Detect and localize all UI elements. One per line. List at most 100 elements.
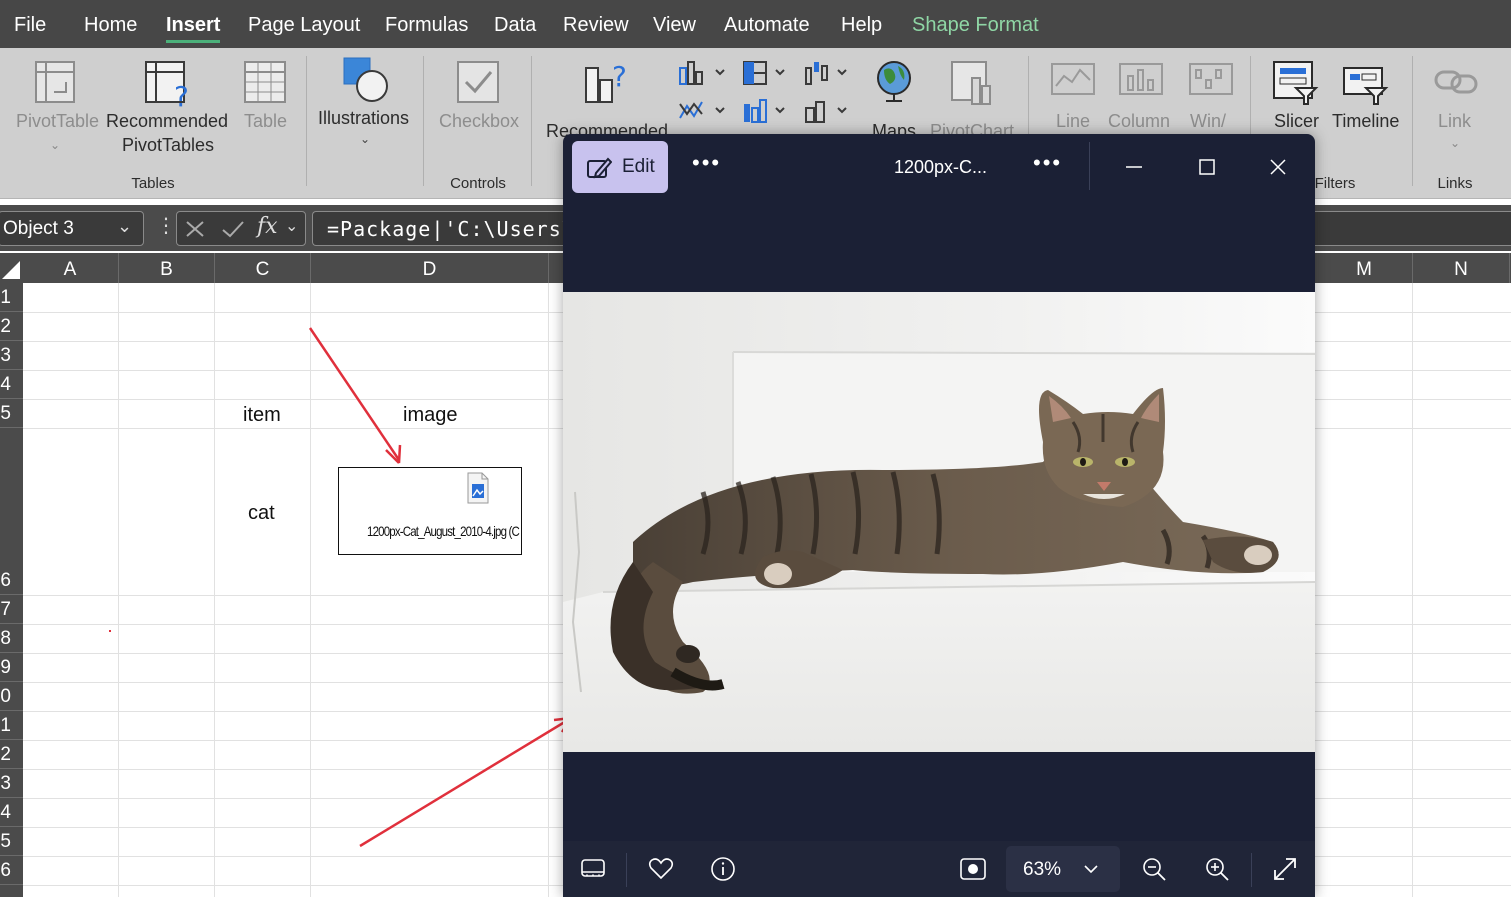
table-button[interactable]: Table (240, 58, 290, 188)
column-header-m[interactable]: M (1316, 253, 1413, 283)
row-header[interactable]: 2 (0, 312, 23, 341)
column-header-d[interactable]: D (311, 253, 549, 283)
row-header[interactable]: 6 (0, 428, 23, 595)
recommended-pivottable-icon: ? (145, 61, 189, 108)
row-header[interactable]: 5 (0, 827, 23, 856)
row-header[interactable]: 4 (0, 798, 23, 827)
menu-automate[interactable]: Automate (724, 14, 810, 37)
svg-text:?: ? (612, 60, 627, 93)
row-header[interactable]: 9 (0, 653, 23, 682)
title-more-options-icon[interactable]: ••• (1033, 150, 1062, 176)
recommended-pivottables-button[interactable]: ? Recommended PivotTables (106, 58, 229, 188)
menu-data[interactable]: Data (494, 14, 536, 37)
statistic-chart-icon[interactable] (742, 98, 792, 124)
cell-c5[interactable]: item (243, 404, 281, 427)
link-button[interactable]: Link ⌄ (1432, 60, 1480, 170)
filmstrip-icon[interactable] (580, 857, 606, 881)
menu-formulas[interactable]: Formulas (385, 14, 468, 37)
zoom-dropdown[interactable]: 63% (1006, 846, 1120, 892)
menu-insert[interactable]: Insert (166, 14, 220, 37)
fullscreen-expand-icon[interactable] (1272, 856, 1298, 882)
link-icon (1434, 70, 1478, 94)
insert-function-icon[interactable]: fx (257, 214, 278, 239)
link-label: Link (1438, 111, 1472, 131)
illustrations-label: Illustrations (318, 108, 410, 128)
menu-home[interactable]: Home (84, 14, 137, 37)
row-header[interactable]: 6 (0, 856, 23, 885)
group-label-tables: Tables (131, 175, 175, 192)
chevron-down-icon (1084, 865, 1098, 874)
row-headers: 1 2 3 4 5 6 7 8 9 0 1 2 3 4 5 6 (0, 283, 23, 897)
menu-review[interactable]: Review (563, 14, 629, 37)
row-header[interactable]: 3 (0, 769, 23, 798)
row-header[interactable]: 1 (0, 711, 23, 740)
close-icon[interactable] (1269, 158, 1287, 176)
cat-photo (563, 292, 1315, 752)
row-header[interactable]: 3 (0, 341, 23, 370)
info-icon[interactable] (710, 856, 736, 882)
cell-c6[interactable]: cat (248, 502, 275, 525)
zoom-out-icon[interactable] (1141, 856, 1167, 882)
viewer-title: 1200px-C... (894, 157, 988, 177)
menu-view[interactable]: View (653, 14, 696, 37)
zoom-in-icon[interactable] (1204, 856, 1230, 882)
column-header-b[interactable]: B (119, 253, 215, 283)
chevron-down-icon[interactable]: ⌄ (285, 216, 298, 236)
name-box[interactable]: Object 3 ⌄ (0, 211, 144, 246)
more-options-icon[interactable]: ••• (692, 150, 721, 176)
row-header[interactable]: 8 (0, 624, 23, 653)
checkbox-button[interactable]: Checkbox (436, 58, 520, 168)
edit-label: Edit (622, 156, 655, 177)
formula-buttons: fx ⌄ (176, 211, 306, 246)
maximize-icon[interactable] (1198, 158, 1216, 176)
row-header[interactable]: 0 (0, 682, 23, 711)
more-options-icon[interactable]: ⋮ (156, 213, 176, 238)
menu-help[interactable]: Help (841, 14, 882, 37)
pivottable-button[interactable]: PivotTable ⌄ (16, 58, 100, 188)
line-chart-icon[interactable] (678, 98, 728, 124)
edit-button[interactable]: Edit (572, 141, 668, 193)
column-header-a[interactable]: A (22, 253, 119, 283)
winloss-sparkline-icon (1189, 63, 1233, 95)
svg-text:?: ? (174, 80, 189, 108)
illustrations-button[interactable]: Illustrations ⌄ (318, 56, 414, 176)
menu-page-layout[interactable]: Page Layout (248, 14, 360, 37)
pivottable-label: PivotTable (16, 111, 100, 131)
column-header-n[interactable]: N (1413, 253, 1510, 283)
row-header[interactable]: 2 (0, 740, 23, 769)
menu-bar: File Home Insert Page Layout Formulas Da… (0, 0, 1511, 48)
cancel-icon[interactable] (185, 220, 205, 238)
column-header-c[interactable]: C (215, 253, 311, 283)
favorite-heart-icon[interactable] (648, 857, 674, 881)
photo-canvas[interactable] (563, 292, 1315, 752)
menu-shape-format[interactable]: Shape Format (912, 14, 1039, 37)
row-header[interactable]: 4 (0, 370, 23, 399)
column-sparkline-icon (1119, 63, 1163, 95)
minimize-icon[interactable] (1125, 158, 1143, 176)
embedded-package-object[interactable]: 1200px-Cat_August_2010-4.jpg (C (338, 467, 522, 555)
arrow-to-package-icon (308, 327, 402, 464)
combo-chart-icon[interactable] (804, 98, 854, 124)
table-label: Table (244, 111, 288, 131)
zoom-level: 63% (1023, 859, 1062, 880)
table-icon (244, 61, 286, 103)
chevron-down-icon: ⌄ (50, 138, 61, 152)
row-header[interactable]: 7 (0, 595, 23, 624)
timeline-button[interactable]: Timeline (1330, 58, 1402, 168)
winloss-sparkline-label: Win/ (1190, 111, 1226, 131)
row-header[interactable]: 5 (0, 399, 23, 428)
checkbox-label: Checkbox (439, 111, 520, 131)
waterfall-chart-icon[interactable] (804, 60, 854, 86)
chevron-down-icon[interactable]: ⌄ (117, 216, 132, 237)
column-chart-icon[interactable] (678, 60, 728, 86)
row-header[interactable]: 1 (0, 283, 23, 312)
recommended-pivot-label-1: Recommended (106, 111, 229, 131)
enter-check-icon[interactable] (221, 220, 245, 238)
select-all-icon[interactable] (0, 259, 22, 281)
menu-file[interactable]: File (14, 14, 46, 37)
actual-size-icon[interactable] (959, 857, 987, 881)
red-dot (109, 630, 111, 632)
cell-d5[interactable]: image (403, 404, 457, 427)
globe-icon (877, 61, 911, 102)
hierarchy-chart-icon[interactable] (742, 60, 792, 86)
